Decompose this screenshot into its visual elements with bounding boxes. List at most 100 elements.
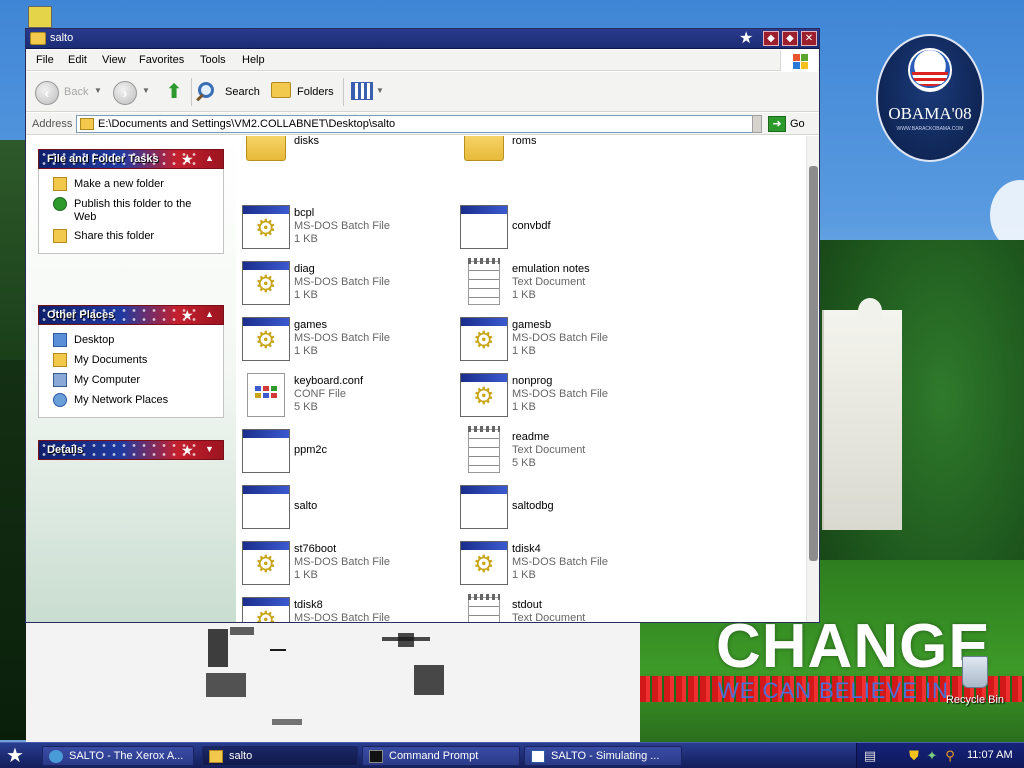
file-name[interactable]: emulation notes: [512, 263, 590, 275]
back-label[interactable]: Back: [64, 86, 88, 98]
file-item[interactable]: salto: [242, 485, 452, 535]
file-name[interactable]: diag: [294, 263, 315, 275]
go-arrow-icon[interactable]: ➜: [768, 116, 786, 132]
back-dropdown-icon[interactable]: ▼: [94, 86, 102, 95]
address-field[interactable]: E:\Documents and Settings\VM2.COLLABNET\…: [76, 115, 760, 133]
file-name[interactable]: nonprog: [512, 375, 552, 387]
file-name[interactable]: convbdf: [512, 220, 551, 232]
batch-file-icon[interactable]: [242, 261, 290, 305]
taskbar-button-salto-simulating[interactable]: SALTO - Simulating ...: [524, 746, 682, 766]
file-item[interactable]: disks: [242, 136, 452, 191]
menu-favorites[interactable]: Favorites: [139, 54, 184, 66]
file-name[interactable]: games: [294, 319, 327, 331]
application-icon[interactable]: [242, 429, 290, 473]
folders-button[interactable]: Folders: [271, 80, 337, 104]
batch-file-icon[interactable]: [242, 317, 290, 361]
chevron-down-icon[interactable]: ▼: [205, 444, 214, 454]
task-label[interactable]: Share this folder: [74, 230, 214, 243]
file-item[interactable]: saltodbg: [460, 485, 670, 535]
taskbar-button-salto-xerox[interactable]: SALTO - The Xerox A...: [42, 746, 194, 766]
folder-icon[interactable]: [464, 136, 504, 161]
text-document-icon[interactable]: [468, 258, 500, 305]
batch-file-icon[interactable]: [460, 541, 508, 585]
network-icon[interactable]: ✦: [925, 749, 939, 763]
task-label[interactable]: Make a new folder: [74, 178, 214, 191]
file-name[interactable]: readme: [512, 431, 549, 443]
file-name[interactable]: disks: [294, 136, 319, 147]
clock[interactable]: 11:07 AM: [967, 749, 1013, 761]
text-document-icon[interactable]: [468, 426, 500, 473]
menu-tools[interactable]: Tools: [200, 54, 226, 66]
panel-header[interactable]: File and Folder Tasks ★ ▲: [38, 149, 224, 169]
batch-file-icon[interactable]: [460, 373, 508, 417]
desktop-shortcut-icon[interactable]: [28, 6, 52, 28]
chevron-up-icon[interactable]: ▲: [205, 309, 214, 319]
file-name[interactable]: ppm2c: [294, 444, 327, 456]
folder-icon[interactable]: [246, 136, 286, 161]
place-my-documents[interactable]: My Documents: [39, 351, 223, 371]
maximize-button[interactable]: ◆: [782, 31, 798, 46]
file-name[interactable]: st76boot: [294, 543, 336, 555]
file-item[interactable]: nonprogMS-DOS Batch File1 KB: [460, 373, 670, 423]
file-name[interactable]: roms: [512, 136, 536, 147]
recycle-bin-label[interactable]: Recycle Bin: [944, 694, 1006, 706]
file-name[interactable]: keyboard.conf: [294, 375, 363, 387]
minimize-button[interactable]: ◆: [763, 31, 779, 46]
file-item[interactable]: readme Text Document 5 KB: [460, 426, 670, 479]
file-item[interactable]: gamesMS-DOS Batch File1 KB: [242, 317, 452, 367]
text-document-icon[interactable]: [468, 594, 500, 622]
task-label[interactable]: Publish this folder to the Web: [74, 198, 214, 224]
menu-file[interactable]: File: [36, 54, 54, 66]
application-icon[interactable]: [242, 485, 290, 529]
task-share-folder[interactable]: Share this folder: [39, 227, 223, 247]
file-item[interactable]: bcplMS-DOS Batch File1 KB: [242, 205, 452, 255]
batch-file-icon[interactable]: [242, 205, 290, 249]
batch-file-icon[interactable]: [242, 541, 290, 585]
file-name[interactable]: bcpl: [294, 207, 314, 219]
recycle-bin-icon[interactable]: [962, 656, 988, 688]
forward-button[interactable]: ›: [113, 81, 137, 105]
keyboard-icon[interactable]: ▤: [863, 749, 877, 763]
panel-header[interactable]: Details ★ ▼: [38, 440, 224, 460]
menu-help[interactable]: Help: [242, 54, 265, 66]
search-icon[interactable]: ⚲: [943, 749, 957, 763]
file-item[interactable]: ppm2c: [242, 429, 452, 479]
views-button[interactable]: ▼: [351, 80, 385, 104]
place-label[interactable]: My Documents: [74, 354, 214, 367]
place-label[interactable]: Desktop: [74, 334, 214, 347]
file-name[interactable]: tdisk8: [294, 599, 323, 611]
place-my-network-places[interactable]: My Network Places: [39, 391, 223, 411]
place-label[interactable]: My Computer: [74, 374, 214, 387]
file-name[interactable]: saltodbg: [512, 500, 554, 512]
file-item[interactable]: emulation notes Text Document 1 KB: [460, 258, 670, 311]
go-label[interactable]: Go: [790, 118, 805, 130]
search-button[interactable]: Search: [196, 80, 264, 104]
start-button[interactable]: ★: [6, 745, 24, 767]
file-item[interactable]: tdisk8MS-DOS Batch File1 KB: [242, 597, 452, 622]
vertical-scrollbar[interactable]: [806, 136, 819, 622]
up-folder-button[interactable]: ⬆: [163, 81, 185, 105]
file-item[interactable]: gamesbMS-DOS Batch File1 KB: [460, 317, 670, 367]
taskbar-button-salto-folder[interactable]: salto: [202, 746, 358, 766]
file-item[interactable]: diagMS-DOS Batch File1 KB: [242, 261, 452, 311]
security-shield-icon[interactable]: ⛊: [907, 749, 921, 763]
file-item[interactable]: tdisk4MS-DOS Batch File1 KB: [460, 541, 670, 591]
address-value[interactable]: E:\Documents and Settings\VM2.COLLABNET\…: [98, 118, 395, 130]
forward-dropdown-icon[interactable]: ▼: [142, 86, 150, 95]
application-icon[interactable]: [460, 205, 508, 249]
batch-file-icon[interactable]: [460, 317, 508, 361]
place-desktop[interactable]: Desktop: [39, 331, 223, 351]
file-name[interactable]: salto: [294, 500, 317, 512]
title-bar[interactable]: salto ★ ◆ ◆ ✕: [26, 29, 819, 49]
file-item[interactable]: roms: [460, 136, 670, 191]
panel-header[interactable]: Other Places ★ ▲: [38, 305, 224, 325]
file-item[interactable]: keyboard.conf CONF File 5 KB: [242, 373, 452, 423]
place-my-computer[interactable]: My Computer: [39, 371, 223, 391]
chevron-up-icon[interactable]: ▲: [205, 153, 214, 163]
back-button[interactable]: ‹: [35, 81, 59, 105]
place-label[interactable]: My Network Places: [74, 394, 214, 407]
conf-file-icon[interactable]: [247, 373, 285, 417]
address-dropdown-scroll[interactable]: [752, 115, 762, 133]
task-make-new-folder[interactable]: Make a new folder: [39, 175, 223, 195]
scrollbar-thumb[interactable]: [809, 166, 818, 561]
